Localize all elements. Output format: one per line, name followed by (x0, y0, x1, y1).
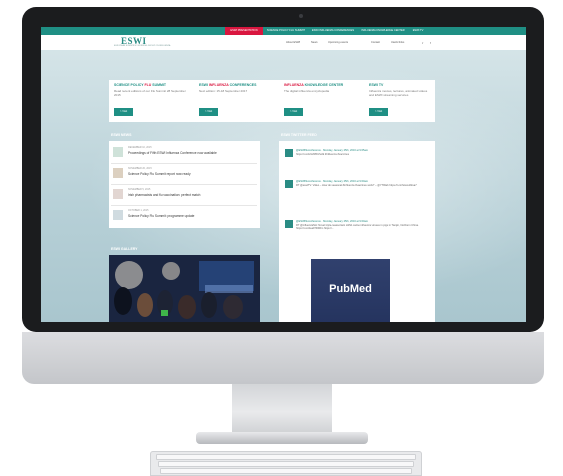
nav-news[interactable]: News (311, 41, 318, 44)
visit-button[interactable]: > Visit (369, 108, 388, 116)
keyboard (150, 451, 422, 476)
news-section-title: ESWI NEWS (111, 133, 132, 137)
tweet: @ESWIfluconference · Monday, January 25t… (285, 220, 431, 250)
card-text: Read recent editions of our Flu Summit 2… (114, 89, 186, 97)
gallery-photo (109, 255, 260, 322)
tweet-text: RT @influenzaNH: Novel triple-reassortan… (296, 224, 419, 231)
top-nav-bar: ESWI PRESENTATION SCIENCE POLICY FLU SUM… (41, 27, 526, 35)
card-title: ESWI TV (369, 83, 384, 87)
news-title[interactable]: Science Policy Flu Summit report now rea… (128, 172, 191, 176)
logo-subtitle: EUROPEAN SCIENTIFIC WORKING GROUP ON INF… (114, 45, 171, 47)
avatar (285, 180, 293, 188)
card-title: SCIENCE POLICY FLU SUMMIT (114, 83, 167, 87)
imac-chin (22, 332, 544, 384)
pubmed-logo: PubMed (329, 283, 372, 295)
tweet-text: https://t.co/t2c2RWVw2k #influenza #vacc… (296, 153, 350, 156)
nav-useful-links[interactable]: Useful links (391, 41, 404, 44)
top-nav-item-presentation[interactable]: ESWI PRESENTATION (225, 27, 263, 35)
news-item[interactable]: NOVEMBER 20, 2015 Science Policy Flu Sum… (111, 164, 259, 184)
news-date: NOVEMBER 20, 2015 (128, 167, 152, 170)
news-thumbnail (113, 168, 123, 178)
facebook-icon[interactable]: f (430, 41, 431, 45)
news-thumbnail (113, 210, 123, 220)
gallery-section-title: ESWI GALLERY (111, 247, 138, 251)
card-text: The digital influenza encyclopedia (284, 89, 330, 93)
top-nav-item-conferences[interactable]: ESWI INFLUENZA CONFERENCES (309, 27, 357, 35)
camera-icon (299, 14, 303, 18)
header: ESWI EUROPEAN SCIENTIFIC WORKING GROUP O… (41, 35, 526, 50)
card-flu-summit: SCIENCE POLICY FLU SUMMIT Read recent ed… (109, 80, 194, 122)
visit-button[interactable]: > Visit (199, 108, 218, 116)
imac-stand-base (196, 432, 368, 444)
news-title[interactable]: Science Policy Flu Summit: programme upd… (128, 214, 194, 218)
top-nav-item-flu-summit[interactable]: SCIENCE POLICY FLU SUMMIT (265, 27, 307, 35)
twitter-icon[interactable]: 𝕣 (422, 41, 423, 45)
top-nav-item-knowledge-center[interactable]: INFLUENZA KNOWLEDGE CENTER (359, 27, 407, 35)
news-title[interactable]: Proceedings of Fifth ESWI Influenza Conf… (128, 151, 217, 155)
tweet-author[interactable]: @ESWIfluconference · Monday, January 25t… (296, 149, 368, 152)
gallery-image[interactable] (109, 255, 260, 322)
tweet: @ESWIfluconference · Monday, January 25t… (285, 149, 431, 169)
news-item[interactable]: NOVEMBER 5, 2015 Irish pharmacists and f… (111, 185, 259, 205)
avatar (285, 220, 293, 228)
nav-upcoming-events[interactable]: Upcoming events (328, 41, 348, 44)
news-date: NOVEMBER 5, 2015 (128, 188, 151, 191)
card-knowledge-center: INFLUENZA KNOWLEDGE CENTER The digital i… (279, 80, 364, 122)
tweet-text: RT @eswiTV: Video – How do seasonal #inf… (296, 184, 417, 187)
card-title: INFLUENZA KNOWLEDGE CENTER (284, 83, 344, 87)
top-nav-item-eswi-tv[interactable]: ESWI TV (409, 27, 427, 35)
card-text: Next edition: 15-18 September 2017 (199, 89, 248, 93)
keyboard-row (158, 461, 414, 467)
twitter-section-title: ESWI TWITTER FEED (281, 133, 317, 137)
visit-button[interactable]: > Visit (284, 108, 303, 116)
nav-about[interactable]: About ESWI (286, 41, 300, 44)
news-thumbnail (113, 189, 123, 199)
avatar (285, 149, 293, 157)
nav-contact[interactable]: Contact (371, 41, 380, 44)
news-date: OCTOBER 1, 2015 (128, 209, 149, 212)
tweet-author[interactable]: @ESWIfluconference · Monday, January 25t… (296, 180, 368, 183)
news-title[interactable]: Irish pharmacists and flu vaccination: p… (128, 193, 200, 197)
news-item[interactable]: OCTOBER 1, 2015 Science Policy Flu Summi… (111, 206, 259, 226)
tweet-author[interactable]: @ESWIfluconference · Monday, January 25t… (296, 220, 368, 223)
card-title: ESWI INFLUENZA CONFERENCES (199, 83, 257, 87)
visit-button[interactable]: > Visit (114, 108, 133, 116)
screen: ESWI PRESENTATION SCIENCE POLICY FLU SUM… (41, 27, 526, 322)
news-thumbnail (113, 147, 123, 157)
card-conferences: ESWI INFLUENZA CONFERENCES Next edition:… (194, 80, 279, 122)
tweet: @ESWIfluconference · Monday, January 25t… (285, 180, 431, 204)
keyboard-row (156, 454, 416, 460)
keyboard-row (160, 468, 412, 474)
card-text: Influenza movies, lectures, animated vid… (369, 89, 428, 97)
news-list: DECEMBER 10, 2015 Proceedings of Fifth E… (109, 141, 260, 228)
news-item[interactable]: DECEMBER 10, 2015 Proceedings of Fifth E… (111, 143, 259, 163)
news-date: DECEMBER 10, 2015 (128, 146, 152, 149)
pubmed-image[interactable]: PubMed (311, 259, 390, 322)
card-eswi-tv: ESWI TV Influenza movies, lectures, anim… (364, 80, 435, 122)
